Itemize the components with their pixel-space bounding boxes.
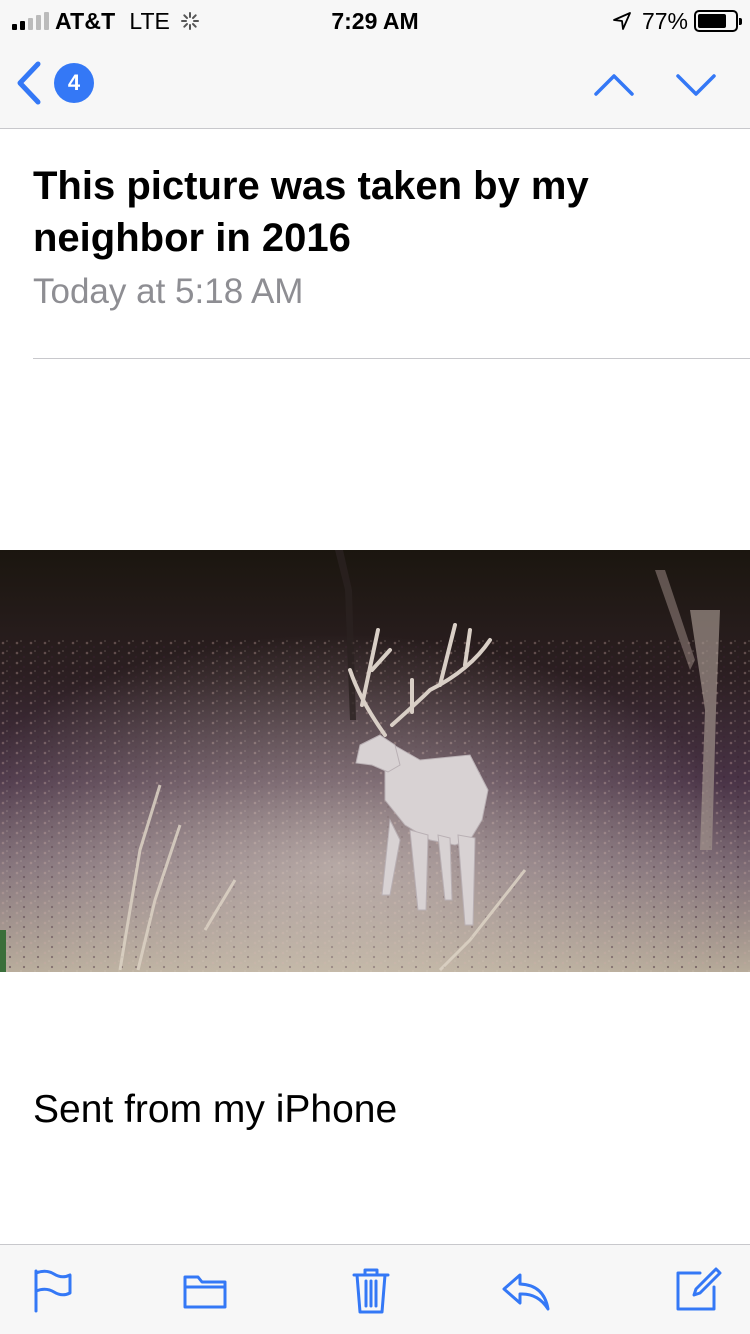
move-to-folder-button[interactable] xyxy=(180,1265,230,1315)
unread-count-badge: 4 xyxy=(54,63,94,103)
chevron-down-icon xyxy=(676,74,716,96)
bottom-toolbar xyxy=(0,1244,750,1334)
chevron-up-icon xyxy=(594,74,634,96)
header-divider xyxy=(33,358,750,359)
status-bar: AT&T LTE 7:29 AM 77% xyxy=(0,0,750,40)
battery-icon xyxy=(694,10,742,32)
message-signature: Sent from my iPhone xyxy=(33,1088,398,1131)
compose-button[interactable] xyxy=(672,1265,722,1315)
location-arrow-icon xyxy=(613,12,631,30)
reply-button[interactable] xyxy=(500,1265,550,1315)
trash-button[interactable] xyxy=(346,1265,396,1315)
folder-icon xyxy=(183,1275,227,1309)
battery-percent: 77% xyxy=(641,7,688,34)
compose-icon xyxy=(676,1267,722,1311)
flag-button[interactable] xyxy=(28,1265,78,1315)
flag-icon xyxy=(34,1269,72,1313)
status-right: 77% xyxy=(612,7,742,34)
chevron-left-icon xyxy=(17,61,41,105)
deer-photo-attachment[interactable] xyxy=(0,550,750,972)
previous-message-button[interactable] xyxy=(592,64,636,104)
battery-fill xyxy=(698,14,726,28)
trash-icon xyxy=(352,1268,390,1314)
message-date: Today at 5:18 AM xyxy=(33,272,304,311)
nav-bar: 4 xyxy=(0,40,750,129)
next-message-button[interactable] xyxy=(674,64,718,104)
message-subject: This picture was taken by my neighbor in… xyxy=(33,164,589,260)
reply-icon xyxy=(502,1273,550,1311)
back-button[interactable]: 4 xyxy=(14,60,94,106)
